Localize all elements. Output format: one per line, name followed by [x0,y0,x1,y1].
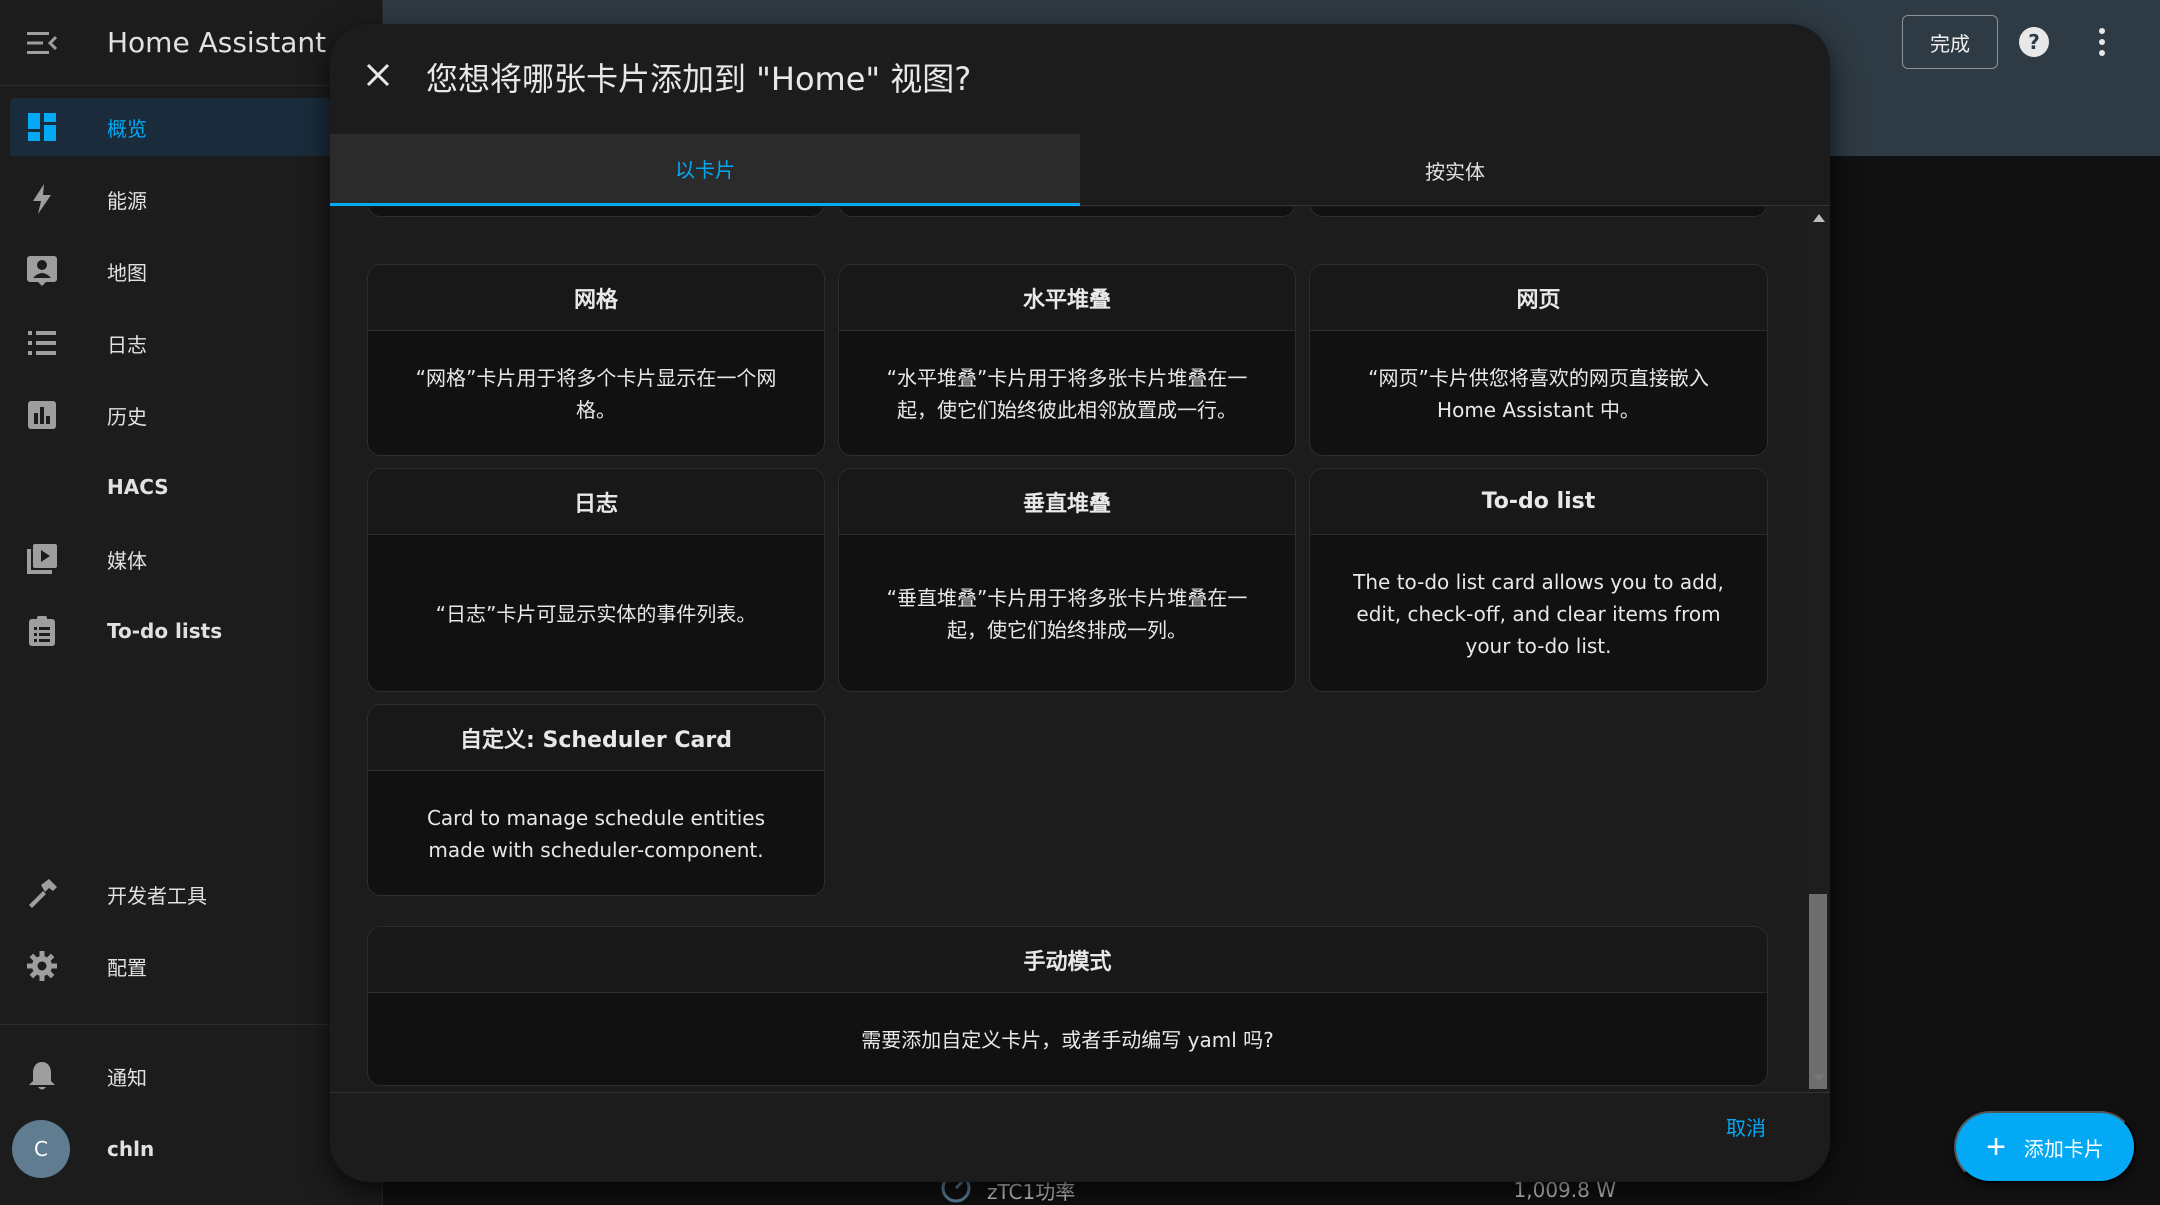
sidebar-item-hacs[interactable]: HACS [10,458,383,516]
sidebar-item-label: 地图 [107,260,147,285]
card-stub [1309,207,1768,217]
menu-toggle-button[interactable] [0,31,84,54]
cancel-button[interactable]: 取消 [1726,1112,1766,1141]
card-stub [367,207,825,217]
card-description: The to-do list card allows you to add, e… [1353,569,1724,658]
sidebar-item-map[interactable]: 地图 [10,242,383,300]
card-description: “网格”卡片用于将多个卡片显示在一个网格。 [415,365,777,422]
card-description: 需要添加自定义卡片，或者手动编写 yaml 吗? [861,1027,1274,1052]
card-description: “垂直堆叠”卡片用于将多张卡片堆叠在一起，使它们始终排成一列。 [886,585,1248,642]
dialog-title: 您想将哪张卡片添加到 "Home" 视图? [426,60,972,98]
dialog-footer [330,1092,1830,1182]
card-stub [838,207,1296,217]
card-description: Card to manage schedule entities made wi… [426,805,766,862]
tab-by-card[interactable]: 以卡片 [330,134,1080,206]
card-title: 日志 [368,469,824,535]
add-card-dialog: 您想将哪张卡片添加到 "Home" 视图? 以卡片 按实体 网格 “网格”卡片用… [330,24,1830,1182]
sidebar-item-label: 开发者工具 [107,883,207,908]
done-button[interactable]: 完成 [1902,15,1998,69]
gear-icon [10,951,74,981]
sidebar-header: Home Assistant [0,0,382,86]
card-title: 垂直堆叠 [839,469,1295,535]
plus-icon: + [1986,1128,2006,1166]
sidebar-item-label: 日志 [107,332,147,357]
media-play-icon [10,544,74,574]
card-option-webpage[interactable]: 网页 “网页”卡片供您将喜欢的网页直接嵌入 Home Assistant 中。 [1309,264,1768,456]
card-description: “日志”卡片可显示实体的事件列表。 [435,601,757,626]
card-title: 自定义: Scheduler Card [368,705,824,771]
help-icon[interactable]: ? [2018,26,2050,62]
card-title: 手动模式 [368,927,1767,993]
add-card-fab[interactable]: + 添加卡片 [1954,1111,2136,1183]
sidebar-item-todo[interactable]: To-do lists [10,602,383,660]
card-option-todo-list[interactable]: To-do list The to-do list card allows yo… [1309,468,1768,692]
sidebar-item-label: 概览 [107,116,147,141]
sidebar-item-label: HACS [107,475,169,499]
card-option-scheduler[interactable]: 自定义: Scheduler Card Card to manage sched… [367,704,825,896]
card-option-manual[interactable]: 手动模式 需要添加自定义卡片，或者手动编写 yaml 吗? [367,926,1768,1086]
sidebar-item-logbook[interactable]: 日志 [10,314,383,372]
sidebar-item-overview[interactable]: 概览 [10,98,383,156]
lightning-icon [10,184,74,214]
sidebar-item-label: 能源 [107,188,147,213]
clipboard-list-icon [10,616,74,646]
sidebar-item-label: 通知 [107,1065,147,1090]
sidebar-item-notifications[interactable]: 通知 [10,1047,383,1105]
close-icon[interactable] [365,62,391,92]
sidebar-item-history[interactable]: 历史 [10,386,383,444]
list-icon [10,331,74,355]
card-option-logbook[interactable]: 日志 “日志”卡片可显示实体的事件列表。 [367,468,825,692]
sidebar-item-label: To-do lists [107,619,223,643]
sidebar-divider [0,1024,383,1025]
sidebar-item-label: 配置 [107,955,147,980]
scrollbar-thumb[interactable] [1809,894,1827,1089]
hammer-icon [10,879,74,909]
fab-label: 添加卡片 [2023,1138,2104,1161]
avatar: C [12,1120,70,1178]
card-option-vertical-stack[interactable]: 垂直堆叠 “垂直堆叠”卡片用于将多张卡片堆叠在一起，使它们始终排成一列。 [838,468,1296,692]
svg-text:?: ? [2028,30,2040,54]
dashboard-icon [10,113,74,141]
sidebar-item-energy[interactable]: 能源 [10,170,383,228]
user-name: chln [107,1137,155,1161]
more-vertical-icon[interactable] [2096,26,2108,62]
card-title: 网格 [368,265,824,331]
chart-bar-icon [10,401,74,429]
card-title: 水平堆叠 [839,265,1295,331]
map-account-icon [10,256,74,286]
card-title: To-do list [1310,469,1767,535]
bell-icon [10,1061,74,1091]
sidebar-item-settings[interactable]: 配置 [10,937,383,995]
tab-by-entity[interactable]: 按实体 [1080,134,1830,206]
sidebar-item-label: 媒体 [107,548,147,573]
card-tabs: 以卡片 按实体 [330,134,1830,206]
sidebar: Home Assistant 概览 能源 地图 日志 历史 HACS 媒体 To… [0,0,383,1205]
card-description: “水平堆叠”卡片用于将多张卡片堆叠在一起，使它们始终彼此相邻放置成一行。 [886,365,1248,422]
card-option-grid[interactable]: 网格 “网格”卡片用于将多个卡片显示在一个网格。 [367,264,825,456]
scroll-up-arrow-icon[interactable] [1813,214,1825,222]
sidebar-item-developer-tools[interactable]: 开发者工具 [10,865,383,923]
scroll-down-arrow-icon[interactable] [1813,1074,1825,1082]
card-description: “网页”卡片供您将喜欢的网页直接嵌入 Home Assistant 中。 [1368,365,1709,422]
sidebar-item-media[interactable]: 媒体 [10,530,383,588]
card-picker-list[interactable]: 网格 “网格”卡片用于将多个卡片显示在一个网格。 水平堆叠 “水平堆叠”卡片用于… [330,207,1830,1092]
app-title: Home Assistant [107,26,327,59]
card-option-horizontal-stack[interactable]: 水平堆叠 “水平堆叠”卡片用于将多张卡片堆叠在一起，使它们始终彼此相邻放置成一行… [838,264,1296,456]
menu-open-icon [27,31,57,54]
sidebar-item-label: 历史 [107,404,147,429]
sidebar-item-user[interactable]: C chln [10,1119,383,1179]
card-title: 网页 [1310,265,1767,331]
